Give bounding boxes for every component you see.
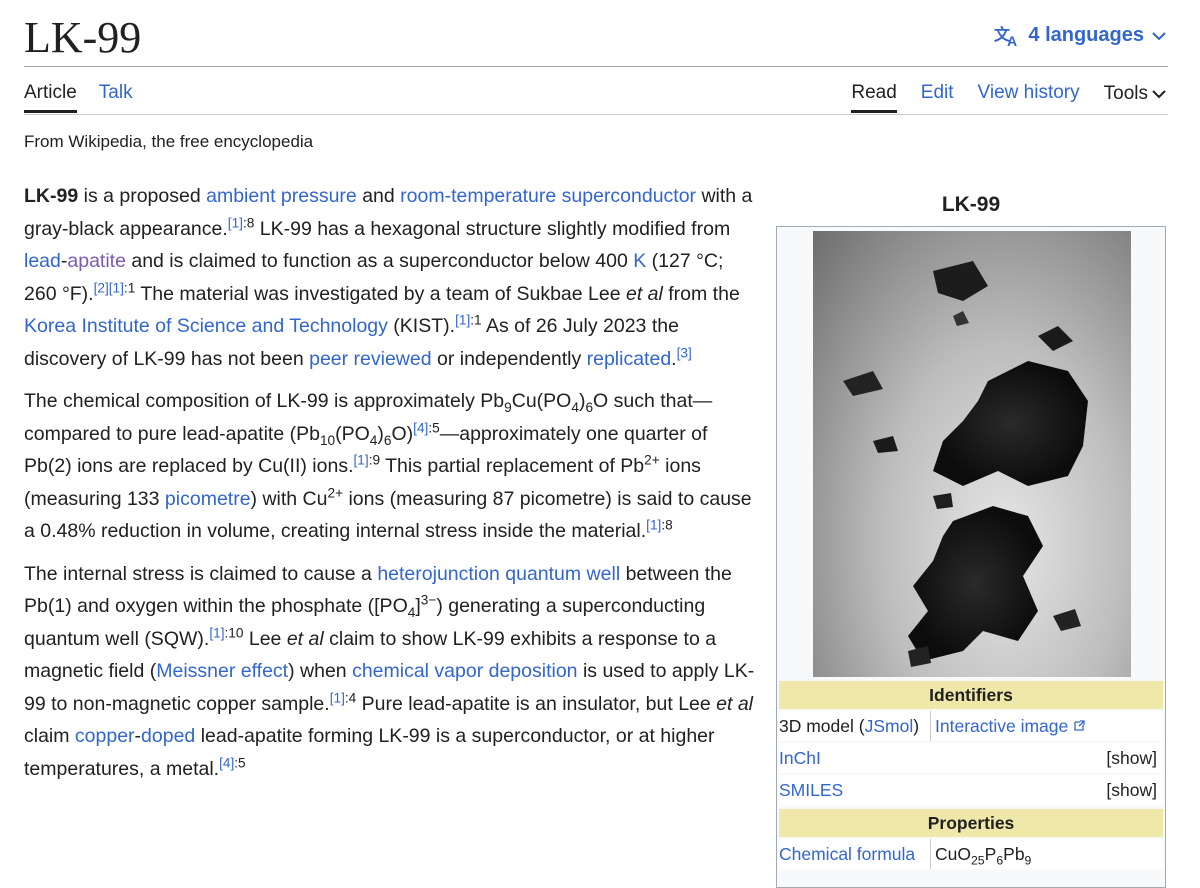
reference[interactable]: [4] bbox=[413, 420, 428, 435]
tab-edit[interactable]: Edit bbox=[921, 82, 954, 113]
reference[interactable]: [2][1] bbox=[94, 280, 124, 295]
section-properties: Properties bbox=[779, 809, 1163, 837]
row-chemical-formula: Chemical formula CuO25P6Pb9 bbox=[779, 839, 1163, 869]
link-smiles[interactable]: SMILES bbox=[779, 775, 843, 805]
tab-read[interactable]: Read bbox=[851, 82, 897, 113]
reference[interactable]: [1] bbox=[455, 313, 470, 328]
languages-label: 4 languages bbox=[1028, 24, 1144, 46]
reference[interactable]: [1] bbox=[330, 690, 345, 705]
infobox-title: LK-99 bbox=[941, 193, 1001, 216]
view-tabs: Read Edit View history Tools bbox=[851, 82, 1166, 113]
link-inchi[interactable]: InChI bbox=[779, 743, 821, 773]
chevron-down-icon bbox=[1152, 83, 1166, 105]
link-kelvin[interactable]: K bbox=[633, 250, 646, 272]
translate-icon: 文 A bbox=[994, 25, 1020, 47]
paragraph-intro: LK-99 is a proposed ambient pressure and… bbox=[24, 185, 753, 370]
row-smiles: SMILES [show] bbox=[779, 775, 1163, 805]
infobox: Identifiers 3D model (JSmol) Interactive… bbox=[776, 226, 1166, 888]
link-heterojunction-quantum-well[interactable]: heterojunction quantum well bbox=[377, 563, 620, 585]
link-chemical-formula[interactable]: Chemical formula bbox=[779, 839, 931, 869]
link-interactive-image[interactable]: Interactive image bbox=[935, 716, 1068, 736]
reference[interactable]: [3] bbox=[677, 345, 692, 360]
title-divider bbox=[24, 66, 1168, 67]
external-link-icon bbox=[1073, 716, 1086, 736]
reference[interactable]: [1] bbox=[353, 453, 368, 468]
chemical-formula-value: CuO25P6Pb9 bbox=[935, 844, 1032, 868]
link-picometre[interactable]: picometre bbox=[165, 488, 251, 510]
svg-text:A: A bbox=[1007, 33, 1017, 47]
site-subtitle: From Wikipedia, the free encyclopedia bbox=[24, 132, 314, 151]
link-doped[interactable]: doped bbox=[141, 725, 195, 747]
section-identifiers: Identifiers bbox=[779, 681, 1163, 709]
tab-article[interactable]: Article bbox=[24, 82, 77, 113]
reference[interactable]: [4] bbox=[219, 755, 234, 770]
link-lead[interactable]: lead bbox=[24, 250, 61, 272]
sample-photo[interactable] bbox=[813, 231, 1131, 677]
link-peer-reviewed[interactable]: peer reviewed bbox=[309, 348, 431, 370]
paragraph-stress: The internal stress is claimed to cause … bbox=[24, 562, 755, 780]
tab-view-history[interactable]: View history bbox=[978, 82, 1080, 113]
reference[interactable]: [1] bbox=[228, 215, 243, 230]
link-meissner-effect[interactable]: Meissner effect bbox=[156, 660, 288, 682]
row-3d-model: 3D model (JSmol) Interactive image bbox=[779, 711, 1163, 741]
article-body: LK-99 is a proposed ambient pressure and… bbox=[24, 180, 760, 795]
show-smiles-button[interactable]: [show] bbox=[1106, 775, 1163, 805]
link-replicated[interactable]: replicated bbox=[587, 348, 672, 370]
chevron-down-icon bbox=[1152, 31, 1166, 41]
link-chemical-vapor-deposition[interactable]: chemical vapor deposition bbox=[352, 660, 577, 682]
namespace-tabs: Article Talk bbox=[24, 82, 133, 113]
link-jsmol[interactable]: JSmol bbox=[865, 716, 914, 736]
paragraph-composition: The chemical composition of LK-99 is app… bbox=[24, 390, 752, 542]
link-kist[interactable]: Korea Institute of Science and Technolog… bbox=[24, 315, 388, 337]
link-room-temperature-superconductor[interactable]: room-temperature superconductor bbox=[400, 185, 696, 207]
page-title: LK-99 bbox=[24, 13, 142, 62]
reference[interactable]: [1] bbox=[209, 625, 224, 640]
tab-talk[interactable]: Talk bbox=[99, 82, 133, 113]
row-inchi: InChI [show] bbox=[779, 743, 1163, 773]
language-selector[interactable]: 文 A 4 languages bbox=[994, 24, 1166, 47]
tools-label: Tools bbox=[1103, 82, 1148, 104]
link-apatite[interactable]: apatite bbox=[67, 250, 126, 272]
link-copper[interactable]: copper bbox=[75, 725, 135, 747]
link-ambient-pressure[interactable]: ambient pressure bbox=[206, 185, 357, 207]
tools-menu[interactable]: Tools bbox=[1104, 83, 1166, 113]
tabs-divider bbox=[24, 114, 1168, 115]
show-inchi-button[interactable]: [show] bbox=[1106, 743, 1163, 773]
reference[interactable]: [1] bbox=[646, 518, 661, 533]
